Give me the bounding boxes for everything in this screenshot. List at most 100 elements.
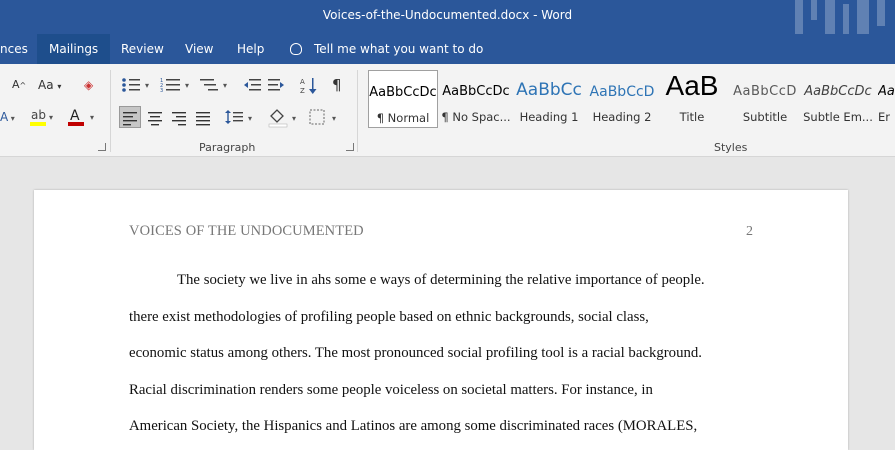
- style-preview: AaBbCcDc: [804, 84, 872, 99]
- highlight-color-button[interactable]: ab ▾: [30, 106, 56, 128]
- lightbulb-icon: [290, 43, 302, 55]
- style-no-spacing[interactable]: AaBbCcDc ¶ No Spac...: [441, 70, 511, 128]
- numbering-button[interactable]: 1 2 3 ▾: [160, 74, 194, 96]
- align-center-button[interactable]: [145, 106, 165, 128]
- paragraph-dialog-launcher-icon[interactable]: [346, 143, 354, 151]
- styles-group-label: Styles: [714, 141, 748, 154]
- paragraph-line: Racial discrimination renders some peopl…: [129, 382, 653, 398]
- paragraph-line: The society we live in ahs some e ways o…: [177, 272, 705, 288]
- svg-text:▾: ▾: [332, 114, 336, 123]
- tell-me-search[interactable]: Tell me what you want to do: [290, 34, 483, 64]
- paragraph-line: there exist methodologies of profiling p…: [129, 309, 649, 325]
- clear-formatting-icon[interactable]: ◈: [84, 74, 93, 96]
- change-case-label: Aa: [38, 78, 54, 92]
- align-right-icon: [172, 112, 186, 126]
- paragraph-group-label: Paragraph: [199, 141, 256, 154]
- tab-mailings[interactable]: Mailings: [37, 34, 111, 64]
- style-name: Subtle Em...: [803, 110, 873, 124]
- style-name: Heading 1: [519, 110, 579, 124]
- style-preview: AaBbCcDc: [369, 85, 437, 100]
- line-spacing-icon: ▾: [225, 110, 252, 124]
- style-title[interactable]: AaB Title: [657, 70, 727, 128]
- svg-text:▾: ▾: [145, 81, 149, 90]
- tab-references[interactable]: nces: [0, 34, 40, 64]
- style-preview: AaBbCc: [516, 80, 582, 100]
- title-bar-decoration: [795, 0, 885, 34]
- decrease-indent-button[interactable]: [243, 74, 263, 96]
- svg-text:▾: ▾: [292, 114, 296, 123]
- multilevel-list-button[interactable]: ▾: [198, 74, 232, 96]
- paragraph-line: economic status among others. The most p…: [129, 345, 702, 361]
- align-left-icon: [123, 112, 137, 126]
- document-page[interactable]: VOICES OF THE UNDOCUMENTED 2 The society…: [34, 190, 848, 450]
- style-preview: AaB: [665, 70, 719, 101]
- style-name: ¶ No Spac...: [441, 110, 511, 124]
- style-heading-1[interactable]: AaBbCc Heading 1: [514, 70, 584, 128]
- style-name: ¶ Normal: [376, 111, 430, 125]
- line-spacing-button[interactable]: ▾: [224, 106, 258, 128]
- grow-font-button[interactable]: A^: [12, 74, 26, 96]
- tab-view[interactable]: View: [173, 34, 225, 64]
- sort-icon: AZ: [300, 78, 317, 95]
- shading-button[interactable]: ▾: [268, 106, 302, 128]
- style-name: Heading 2: [592, 110, 652, 124]
- style-subtitle[interactable]: AaBbCcD Subtitle: [730, 70, 800, 128]
- svg-text:▾: ▾: [248, 114, 252, 123]
- ribbon-tabs: nces Mailings Review View Help Tell me w…: [0, 34, 895, 64]
- grow-font-label: A: [12, 78, 20, 91]
- show-formatting-marks-icon[interactable]: ¶: [332, 74, 342, 96]
- paragraph-line: American Society, the Hispanics and Lati…: [129, 418, 698, 434]
- font-dialog-launcher-icon[interactable]: [98, 143, 106, 151]
- svg-text:▾: ▾: [185, 81, 189, 90]
- text-effects-button[interactable]: A ▾: [0, 106, 15, 128]
- style-preview: Aa: [878, 84, 895, 99]
- style-preview: AaBbCcD: [733, 84, 797, 99]
- borders-button[interactable]: ▾: [308, 106, 342, 128]
- style-subtle-emphasis[interactable]: AaBbCcDc Subtle Em...: [803, 70, 873, 128]
- multilevel-list-icon: ▾: [200, 79, 227, 91]
- ribbon: A^ Aa ▾ ◈ A ▾ ab ▾ A ▾ ▾ 1 2 3 ▾ ▾ AZ ¶ ▾ ▾: [0, 64, 895, 157]
- svg-text:▾: ▾: [223, 81, 227, 90]
- svg-text:ab: ab: [31, 108, 46, 122]
- align-left-button[interactable]: [119, 106, 141, 128]
- sort-button[interactable]: AZ: [300, 74, 320, 96]
- style-name: Er: [878, 110, 890, 124]
- svg-text:3: 3: [160, 88, 163, 94]
- justify-button[interactable]: [193, 106, 213, 128]
- style-preview: AaBbCcDc: [442, 84, 510, 99]
- tell-me-label: Tell me what you want to do: [314, 42, 484, 56]
- styles-gallery: AaBbCcDc ¶ Normal AaBbCcDc ¶ No Spac... …: [368, 70, 895, 130]
- align-right-button[interactable]: [169, 106, 189, 128]
- group-separator: [357, 70, 358, 152]
- tab-help[interactable]: Help: [225, 34, 276, 64]
- svg-text:▾: ▾: [49, 113, 53, 122]
- decrease-indent-icon: [244, 79, 261, 91]
- style-heading-2[interactable]: AaBbCcD Heading 2: [587, 70, 657, 128]
- style-name: Title: [679, 110, 705, 124]
- numbering-icon: 123▾: [160, 78, 189, 94]
- running-header: VOICES OF THE UNDOCUMENTED: [129, 223, 364, 239]
- justify-icon: [196, 112, 210, 126]
- page-number: 2: [746, 224, 753, 239]
- bullets-button[interactable]: ▾: [120, 74, 154, 96]
- paint-bucket-icon: ▾: [268, 109, 296, 128]
- bullets-icon: ▾: [122, 78, 149, 92]
- style-preview: AaBbCcD: [589, 84, 655, 100]
- borders-icon: ▾: [309, 109, 336, 125]
- change-case-button[interactable]: Aa ▾: [38, 74, 61, 96]
- tab-review[interactable]: Review: [109, 34, 176, 64]
- svg-text:▾: ▾: [90, 113, 94, 122]
- window-title: Voices-of-the-Undocumented.docx - Word: [322, 8, 573, 22]
- font-color-button[interactable]: A ▾: [68, 106, 98, 128]
- svg-text:A: A: [70, 108, 80, 124]
- title-bar: Voices-of-the-Undocumented.docx - Word: [0, 0, 895, 34]
- increase-indent-icon: [268, 79, 284, 91]
- highlighter-icon: ab ▾: [30, 108, 53, 126]
- group-separator: [110, 70, 111, 152]
- svg-text:A: A: [300, 78, 305, 86]
- style-normal[interactable]: AaBbCcDc ¶ Normal: [368, 70, 438, 128]
- style-name: Subtitle: [742, 110, 788, 124]
- increase-indent-button[interactable]: [266, 74, 286, 96]
- align-center-icon: [148, 112, 162, 126]
- style-emphasis[interactable]: Aa Er: [876, 70, 895, 128]
